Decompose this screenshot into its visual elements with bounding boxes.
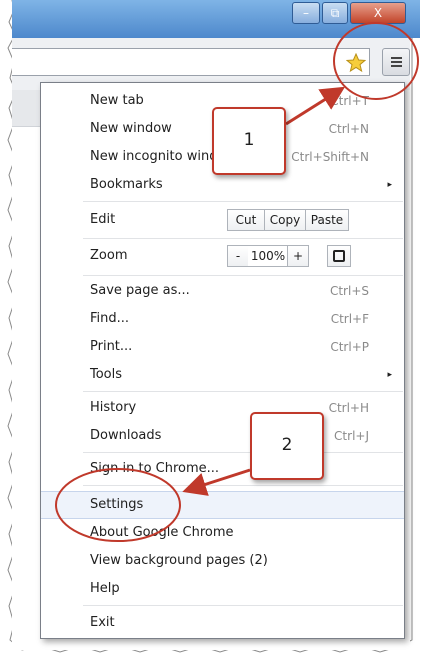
paste-button[interactable]: Paste (305, 209, 349, 231)
hamburger-menu-icon[interactable] (382, 48, 410, 76)
cut-button[interactable]: Cut (227, 209, 265, 231)
menu-separator (83, 452, 403, 453)
menu-item-save-page-as[interactable]: Save page as... Ctrl+S (41, 277, 404, 305)
menu-item-tools[interactable]: Tools ▸ (41, 361, 404, 389)
menu-item-edit: Edit (90, 212, 116, 227)
menu-item-find[interactable]: Find... Ctrl+F (41, 305, 404, 333)
menu-item-settings[interactable]: Settings (41, 491, 404, 519)
menu-item-history[interactable]: History Ctrl+H (41, 394, 404, 422)
menu-item-sign-in[interactable]: Sign in to Chrome... (41, 455, 404, 483)
maximize-button[interactable]: ⧉ (322, 2, 348, 24)
submenu-arrow-icon: ▸ (387, 180, 392, 190)
menu-item-bookmarks[interactable]: Bookmarks ▸ (41, 171, 404, 199)
menu-separator (83, 485, 403, 486)
window-title-bar: – ⧉ X (12, 0, 420, 38)
menu-separator (83, 201, 403, 202)
menu-separator (83, 605, 403, 606)
menu-item-exit[interactable]: Exit (41, 609, 404, 637)
menu-item-about-chrome[interactable]: About Google Chrome (41, 519, 404, 547)
menu-item-print[interactable]: Print... Ctrl+P (41, 333, 404, 361)
copy-button[interactable]: Copy (264, 209, 306, 231)
address-bar[interactable] (12, 48, 370, 76)
fullscreen-icon (333, 250, 345, 262)
close-window-button[interactable]: X (350, 2, 406, 24)
minimize-button[interactable]: – (292, 2, 320, 24)
zoom-out-button[interactable]: - (227, 245, 249, 267)
star-icon[interactable] (346, 53, 366, 73)
callout-step-1: 1 (212, 107, 286, 175)
menu-item-downloads[interactable]: Downloads Ctrl+J (41, 422, 404, 450)
zoom-in-button[interactable]: + (287, 245, 309, 267)
fullscreen-button[interactable] (327, 245, 351, 267)
menu-separator (83, 275, 403, 276)
submenu-arrow-icon: ▸ (387, 370, 392, 380)
menu-item-help[interactable]: Help (41, 575, 404, 603)
callout-step-2: 2 (250, 412, 324, 480)
menu-item-background-pages[interactable]: View background pages (2) (41, 547, 404, 575)
zoom-level: 100% (248, 245, 288, 267)
menu-separator (83, 391, 403, 392)
